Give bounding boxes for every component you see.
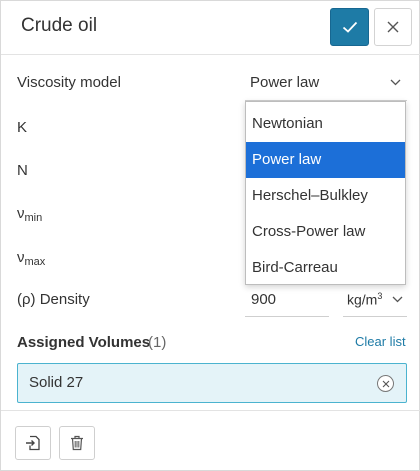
density-value: 900 bbox=[251, 291, 277, 308]
k-label: K bbox=[17, 119, 28, 136]
material-panel: Crude oil Viscosity model Power law K N … bbox=[0, 0, 420, 471]
clear-list-link[interactable]: Clear list bbox=[355, 334, 406, 349]
assign-selection-button[interactable] bbox=[15, 426, 51, 460]
density-input[interactable]: 900 bbox=[245, 283, 329, 317]
close-icon bbox=[387, 21, 399, 33]
close-icon bbox=[382, 380, 389, 387]
chevron-down-icon bbox=[390, 79, 401, 86]
viscosity-model-value: Power law bbox=[250, 74, 320, 91]
import-icon bbox=[26, 435, 40, 451]
density-label: (ρ) Density bbox=[17, 291, 90, 308]
viscosity-model-select[interactable]: Power law bbox=[245, 65, 407, 101]
option-power-law[interactable]: Power law bbox=[246, 142, 405, 178]
assigned-volumes-title: Assigned Volumes bbox=[17, 334, 151, 351]
panel-title: Crude oil bbox=[21, 15, 98, 36]
option-cross-power-law[interactable]: Cross-Power law bbox=[246, 214, 405, 250]
delete-button[interactable] bbox=[59, 426, 95, 460]
viscosity-model-label: Viscosity model bbox=[17, 74, 121, 91]
chevron-down-icon bbox=[392, 296, 403, 303]
nu-min-label: νmin bbox=[17, 205, 43, 224]
assigned-volumes-count: (1) bbox=[148, 334, 167, 351]
checkmark-icon bbox=[342, 21, 357, 33]
option-herschel-bulkley[interactable]: Herschel–Bulkley bbox=[246, 178, 405, 214]
assigned-volume-item: Solid 27 bbox=[29, 374, 84, 391]
close-button[interactable] bbox=[374, 8, 412, 46]
panel-header: Crude oil bbox=[1, 1, 420, 55]
density-unit-select[interactable]: kg/m3 bbox=[343, 283, 407, 317]
option-newtonian[interactable]: Newtonian bbox=[246, 106, 405, 142]
viscosity-model-dropdown: Newtonian Power law Herschel–Bulkley Cro… bbox=[245, 101, 406, 285]
option-bird-carreau[interactable]: Bird-Carreau bbox=[246, 250, 405, 286]
n-label: N bbox=[17, 162, 28, 179]
assigned-volumes-list[interactable]: Solid 27 bbox=[17, 363, 407, 403]
panel-footer bbox=[1, 410, 420, 471]
density-unit-value: kg/m3 bbox=[347, 291, 383, 308]
confirm-button[interactable] bbox=[330, 8, 369, 46]
trash-icon bbox=[71, 435, 83, 451]
remove-volume-button[interactable] bbox=[377, 375, 394, 392]
nu-max-label: νmax bbox=[17, 249, 46, 268]
